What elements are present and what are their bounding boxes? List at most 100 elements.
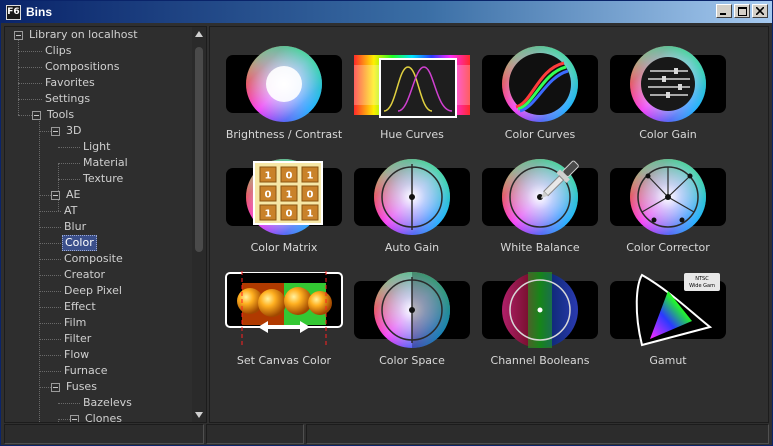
arrow-down-icon [195, 412, 203, 418]
tool-channel-booleans[interactable]: Channel Booleans [478, 271, 602, 377]
tree-item-material[interactable]: Material [81, 155, 130, 171]
tree-item-label: Settings [45, 92, 91, 105]
tree-item-label: Texture [83, 172, 124, 185]
window-title: Bins [26, 5, 53, 19]
tree-item-label: Effect [64, 300, 96, 313]
minimize-button[interactable] [716, 4, 732, 18]
tree-item-compositions[interactable]: Compositions [43, 59, 121, 75]
tool-label: Color Matrix [250, 241, 318, 254]
tree-item-settings[interactable]: Settings [43, 91, 92, 107]
tree-item-bazelevs[interactable]: Bazelevs [81, 395, 134, 411]
tree-connector-line [18, 115, 32, 116]
color-curves-icon [482, 46, 598, 122]
matrix-cell-text: 1 [265, 209, 272, 220]
tree-item-flow[interactable]: Flow [62, 347, 91, 363]
tool-hue-curves[interactable]: Hue Curves [350, 45, 474, 151]
tree-item-favorites[interactable]: Favorites [43, 75, 97, 91]
tree-connector-line [39, 387, 51, 388]
gamut-badge-line1: NTSC [695, 276, 709, 282]
tree-item-clones[interactable]: Clones [70, 411, 124, 422]
collapse-toggle-icon[interactable] [70, 414, 79, 422]
channel-booleans-icon [482, 272, 598, 348]
collapse-toggle-icon[interactable] [51, 382, 60, 392]
tree-connector-line [39, 131, 51, 132]
tool-color-curves[interactable]: Color Curves [478, 45, 602, 151]
tool-color-matrix[interactable]: 1 0 1 0 1 0 1 0 1 Color Matrix [222, 158, 346, 264]
collapse-toggle-icon[interactable] [14, 30, 23, 40]
tree-item-label: Creator [64, 268, 106, 281]
tool-color-space[interactable]: Color Space [350, 271, 474, 377]
collapse-toggle-icon[interactable] [51, 190, 60, 200]
title-bar[interactable]: F6 Bins [1, 1, 772, 23]
tool-label: Color Corrector [626, 241, 710, 254]
tree-connector-line [58, 163, 80, 164]
tree-item-furnace[interactable]: Furnace [62, 363, 110, 379]
tree-item-light[interactable]: Light [81, 139, 112, 155]
tree-item-label: Film [64, 316, 87, 329]
bins-body: Library on localhost Clips Compositions Fav… [4, 26, 769, 423]
tree-item-film[interactable]: Film [62, 315, 88, 331]
tree-item-composite[interactable]: Composite [62, 251, 125, 267]
tree-connector-line [39, 355, 61, 356]
tree-scrollbar[interactable] [192, 27, 206, 422]
tree-item-texture[interactable]: Texture [81, 171, 125, 187]
collapse-toggle-icon[interactable] [32, 110, 41, 120]
tree-item-color[interactable]: Color [62, 235, 97, 251]
tool-color-gain[interactable]: Color Gain [606, 45, 730, 151]
tree-item-filter[interactable]: Filter [62, 331, 93, 347]
tree-item-label: Bazelevs [83, 396, 132, 409]
tool-grid: Brightness / Contrast Hue Curves Color C… [209, 26, 769, 423]
scroll-thumb[interactable] [195, 47, 203, 252]
tool-color-corrector[interactable]: Color Corrector [606, 158, 730, 264]
tree-connector-line [39, 307, 61, 308]
tool-label: Hue Curves [380, 128, 444, 141]
tree-connector-line [39, 323, 61, 324]
tree-item-3d[interactable]: 3D [51, 123, 83, 139]
scroll-up-button[interactable] [192, 27, 206, 41]
tree-connector-line [39, 243, 61, 244]
white-balance-icon [482, 159, 598, 235]
tree-connector-line [18, 67, 42, 68]
tree-item-blur[interactable]: Blur [62, 219, 88, 235]
tree-item-label: 3D [66, 124, 82, 137]
tree-item-label: Compositions [45, 60, 120, 73]
status-cell-left [4, 424, 204, 444]
tree-item-label: Material [83, 156, 128, 169]
tool-set-canvas-color[interactable]: Set Canvas Color [222, 271, 346, 377]
tree-connector-line [39, 227, 61, 228]
tree-item-effect[interactable]: Effect [62, 299, 98, 315]
tree-item-at[interactable]: AT [62, 203, 79, 219]
collapse-toggle-icon[interactable] [51, 126, 60, 136]
tool-gamut[interactable]: NTSC Wide Gam Gamut [606, 271, 730, 377]
close-button[interactable] [752, 4, 768, 18]
tree-item-label: Fuses [66, 380, 97, 393]
matrix-cell-text: 0 [286, 209, 293, 220]
tree-item-label: Deep Pixel [64, 284, 122, 297]
tool-label: Color Curves [504, 128, 576, 141]
tool-auto-gain[interactable]: Auto Gain [350, 158, 474, 264]
tree-item-library-on-localhost[interactable]: Library on localhost [14, 27, 140, 43]
bins-window: F6 Bins Library on localhost Clips Composi… [0, 0, 773, 446]
tree-item-clips[interactable]: Clips [43, 43, 74, 59]
auto-gain-icon [354, 159, 470, 235]
matrix-cell-text: 0 [286, 171, 293, 182]
tool-brightness-contrast[interactable]: Brightness / Contrast [222, 45, 346, 151]
tree-item-ae[interactable]: AE [51, 187, 82, 203]
tree-item-tools[interactable]: Tools [32, 107, 76, 123]
maximize-button[interactable] [734, 4, 750, 18]
tree-item-label: Favorites [45, 76, 95, 89]
tree-item-label: AE [66, 188, 81, 201]
tree-item-creator[interactable]: Creator [62, 267, 107, 283]
tree-item-label: Flow [64, 348, 90, 361]
tool-white-balance[interactable]: White Balance [478, 158, 602, 264]
tree-item-deep-pixel[interactable]: Deep Pixel [62, 283, 124, 299]
tree-connector-line [18, 51, 42, 52]
status-cell-middle [206, 424, 304, 444]
tool-label: Set Canvas Color [236, 354, 332, 367]
tree-connector-line [39, 259, 61, 260]
scroll-down-button[interactable] [192, 408, 206, 422]
tree-item-label: Blur [64, 220, 87, 233]
color-gain-icon [610, 46, 726, 122]
tree-item-label: Tools [47, 108, 75, 121]
tree-item-fuses[interactable]: Fuses [51, 379, 99, 395]
